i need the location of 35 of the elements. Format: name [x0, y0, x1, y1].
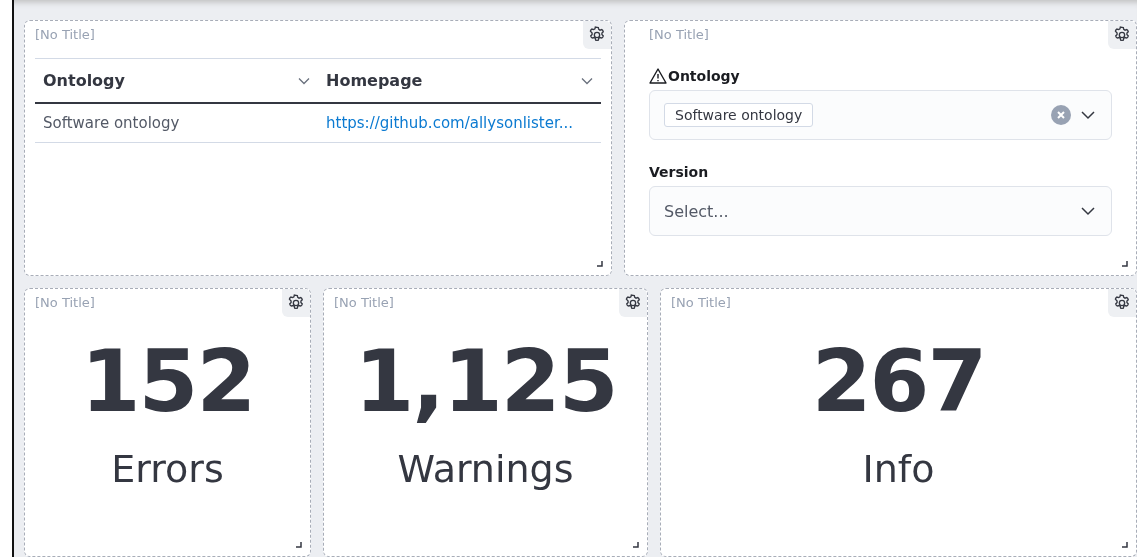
column-header[interactable]: Homepage — [326, 71, 423, 90]
homepage-link[interactable]: https://github.com/allysonlister... — [326, 114, 573, 132]
clear-icon[interactable] — [1051, 105, 1071, 125]
stat-label: Warnings — [397, 446, 574, 491]
stat-value: 1,125 — [354, 334, 617, 429]
resize-handle-icon[interactable] — [296, 542, 302, 548]
stat-value: 152 — [80, 334, 255, 429]
combo-box[interactable]: Select... — [649, 186, 1112, 236]
stat-value: 267 — [811, 334, 986, 429]
field-label: Version — [649, 164, 709, 180]
sort-chevron-icon[interactable] — [581, 76, 593, 85]
stat-label: Info — [862, 446, 935, 491]
panel-title: [No Title] — [649, 27, 709, 42]
resize-handle-icon[interactable] — [1122, 261, 1128, 268]
combo-box[interactable]: Software ontology — [649, 90, 1112, 140]
settings-button[interactable] — [1108, 289, 1136, 318]
settings-button[interactable] — [282, 289, 310, 318]
settings-button[interactable] — [1108, 21, 1136, 49]
panel-title: [No Title] — [35, 295, 95, 311]
settings-button[interactable] — [619, 289, 647, 318]
field-label: Ontology — [668, 68, 740, 84]
selected-tag[interactable]: Software ontology — [664, 103, 814, 127]
panel-title: [No Title] — [334, 295, 394, 311]
resize-handle-icon[interactable] — [633, 542, 639, 548]
panel-title: [No Title] — [35, 27, 95, 42]
table-cell: Software ontology — [43, 114, 180, 132]
resize-handle-icon[interactable] — [1122, 542, 1128, 548]
chevron-down-icon[interactable] — [1081, 206, 1095, 216]
stat-label: Errors — [111, 446, 224, 491]
sort-chevron-icon[interactable] — [298, 76, 310, 85]
settings-button[interactable] — [583, 21, 611, 49]
panel-title: [No Title] — [671, 295, 731, 311]
resize-handle-icon[interactable] — [597, 261, 603, 268]
chevron-down-icon[interactable] — [1081, 110, 1095, 120]
column-header[interactable]: Ontology — [43, 71, 125, 90]
